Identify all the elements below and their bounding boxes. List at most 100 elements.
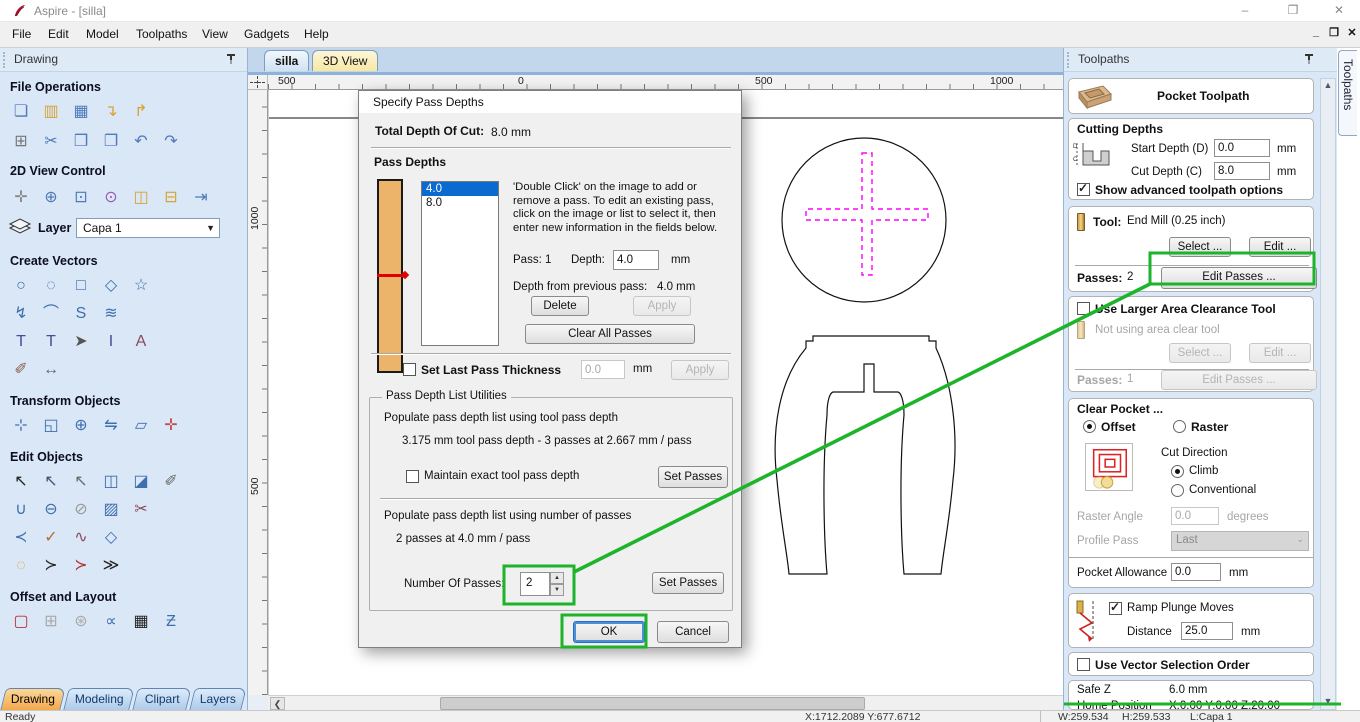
scroll-left-arrow[interactable]: ❮ xyxy=(270,697,285,710)
panel-grip[interactable] xyxy=(3,52,7,68)
trim-vectors-icon[interactable]: ✂ xyxy=(128,498,154,522)
draw-texture-icon[interactable]: ≋ xyxy=(98,302,124,326)
pass-list-item[interactable]: 8.0 xyxy=(422,196,498,210)
text-on-curve-icon[interactable]: A xyxy=(128,330,154,354)
fillet-corners-icon[interactable]: ≺ xyxy=(8,526,34,550)
set-size-icon[interactable]: ◱ xyxy=(38,414,64,438)
cut-vector-point-icon[interactable]: ≻ xyxy=(38,554,64,578)
draw-curve-icon[interactable]: S xyxy=(68,302,94,326)
tool-select-button[interactable]: Select ... xyxy=(1169,237,1231,257)
clear-all-passes-button[interactable]: Clear All Passes xyxy=(525,324,695,344)
center-in-material-icon[interactable]: ⊕ xyxy=(68,414,94,438)
draw-text-icon[interactable]: T xyxy=(8,330,34,354)
spinner-up-arrow[interactable]: ▲ xyxy=(550,572,564,584)
number-of-passes-spinner[interactable]: 2 ▲ ▼ xyxy=(520,572,564,596)
vector-order-checkbox[interactable] xyxy=(1077,658,1090,671)
save-file-icon[interactable]: ▦ xyxy=(68,100,94,124)
new-file-icon[interactable]: ❏ xyxy=(8,100,34,124)
zoom-selected-icon[interactable]: ⊙ xyxy=(98,186,124,210)
close-vector-icon[interactable]: ◪ xyxy=(128,470,154,494)
smooth-point-icon[interactable]: ≻ xyxy=(68,554,94,578)
depth-input[interactable] xyxy=(613,250,659,270)
join-vectors-icon[interactable]: ◫ xyxy=(98,470,124,494)
zoom-sheet-icon[interactable]: ⊟ xyxy=(158,186,184,210)
cut-icon[interactable]: ✂ xyxy=(38,130,64,154)
menu-toolpaths[interactable]: Toolpaths xyxy=(132,27,191,41)
close-open-vectors-icon[interactable]: ◇ xyxy=(98,526,124,550)
set-passes-number-button[interactable]: Set Passes xyxy=(652,572,724,594)
minimize-button[interactable]: – xyxy=(1230,3,1260,19)
ruler-origin-corner[interactable] xyxy=(248,75,268,90)
paste-icon[interactable]: ❐ xyxy=(98,130,124,154)
copy-along-vector-icon[interactable]: ∝ xyxy=(98,610,124,634)
scroll-up-arrow[interactable]: ▲ xyxy=(1321,79,1335,93)
nest-parts-icon[interactable]: ▦ xyxy=(128,610,154,634)
area-clear-edit-passes-button[interactable]: Edit Passes ... xyxy=(1161,370,1317,390)
pan-icon[interactable]: ✛ xyxy=(8,186,34,210)
raster-radio[interactable] xyxy=(1173,420,1186,433)
layer-select[interactable]: Capa 1 ▼ xyxy=(76,218,220,238)
draw-star-icon[interactable]: ☆ xyxy=(128,274,154,298)
tab-drawing[interactable]: Drawing xyxy=(0,688,66,710)
material-cross-section[interactable] xyxy=(377,179,410,376)
offset-vectors-icon[interactable]: ▢ xyxy=(8,610,34,634)
tab-modeling[interactable]: Modeling xyxy=(63,688,135,710)
ramp-plunge-checkbox[interactable] xyxy=(1109,600,1122,615)
tab-layers[interactable]: Layers xyxy=(189,688,247,710)
scrollbar-thumb[interactable] xyxy=(440,697,865,710)
extend-vector-icon[interactable]: ≫ xyxy=(98,554,124,578)
draw-freehand-icon[interactable]: ✐ xyxy=(8,358,34,382)
array-copy-icon[interactable]: ⊞ xyxy=(38,610,64,634)
export-vectors-icon[interactable]: ↱ xyxy=(128,100,154,124)
scroll-down-arrow[interactable]: ▼ xyxy=(1321,695,1335,709)
edit-passes-button[interactable]: Edit Passes ... xyxy=(1161,267,1317,289)
undo-icon[interactable]: ↶ xyxy=(128,130,154,154)
draw-polygon-icon[interactable]: ◇ xyxy=(98,274,124,298)
interactive-transform-icon[interactable]: ↖ xyxy=(68,470,94,494)
pocket-cross-vector-selected[interactable] xyxy=(805,152,929,276)
open-file-icon[interactable]: ▥ xyxy=(38,100,64,124)
pin-icon[interactable] xyxy=(225,53,237,65)
conventional-radio[interactable] xyxy=(1171,484,1184,497)
align-objects-icon[interactable]: ✛ xyxy=(158,414,184,438)
node-edit-icon[interactable]: ↖ xyxy=(38,470,64,494)
tool-edit-button[interactable]: Edit ... xyxy=(1249,237,1311,257)
climb-radio[interactable] xyxy=(1171,465,1184,478)
pass-depth-marker[interactable] xyxy=(377,274,403,277)
copy-icon[interactable]: ❒ xyxy=(68,130,94,154)
tab-clipart[interactable]: Clipart xyxy=(132,688,192,710)
vector-validator-icon[interactable]: ✓ xyxy=(38,526,64,550)
menu-view[interactable]: View xyxy=(198,27,232,41)
pocket-allowance-input[interactable] xyxy=(1171,563,1221,581)
horizontal-scrollbar[interactable]: ❮ xyxy=(268,695,1063,710)
offset-radio[interactable] xyxy=(1083,420,1096,433)
fit-curves-icon[interactable]: ∿ xyxy=(68,526,94,550)
zoom-interactive-icon[interactable]: ⊕ xyxy=(38,186,64,210)
last-pass-input[interactable] xyxy=(581,360,625,379)
circular-copy-icon[interactable]: ⊛ xyxy=(68,610,94,634)
vector-texture-icon[interactable]: Ƶ xyxy=(158,610,184,634)
last-pass-checkbox[interactable] xyxy=(403,363,416,376)
menu-model[interactable]: Model xyxy=(82,27,123,41)
use-area-clearance-checkbox[interactable] xyxy=(1077,302,1090,315)
tab-silla[interactable]: silla xyxy=(264,50,310,71)
mdi-minimize-button[interactable]: _ xyxy=(1308,26,1324,42)
move-selection-icon[interactable]: ⊹ xyxy=(8,414,34,438)
number-of-passes-value[interactable]: 2 xyxy=(520,572,550,596)
cut-depth-input[interactable] xyxy=(1214,162,1270,180)
maintain-exact-checkbox[interactable] xyxy=(406,470,419,483)
select-text-icon[interactable]: ➤ xyxy=(68,330,94,354)
dialog-title[interactable]: Specify Pass Depths xyxy=(359,91,741,113)
edit-nodes-icon[interactable]: ◌ xyxy=(8,554,34,578)
subtract-vectors-icon[interactable]: ⊖ xyxy=(38,498,64,522)
draw-rectangle-icon[interactable]: □ xyxy=(68,274,94,298)
draw-dimension-icon[interactable]: ↔ xyxy=(38,358,64,382)
zoom-drawing-icon[interactable]: ◫ xyxy=(128,186,154,210)
raster-angle-input[interactable] xyxy=(1171,507,1219,525)
spinner-down-arrow[interactable]: ▼ xyxy=(550,584,564,596)
mdi-restore-button[interactable]: ❐ xyxy=(1326,26,1342,42)
draw-text-box-icon[interactable]: T xyxy=(38,330,64,354)
zoom-box-icon[interactable]: ⊡ xyxy=(68,186,94,210)
menu-file[interactable]: File xyxy=(8,27,35,41)
draw-circle-icon[interactable]: ○ xyxy=(8,274,34,298)
